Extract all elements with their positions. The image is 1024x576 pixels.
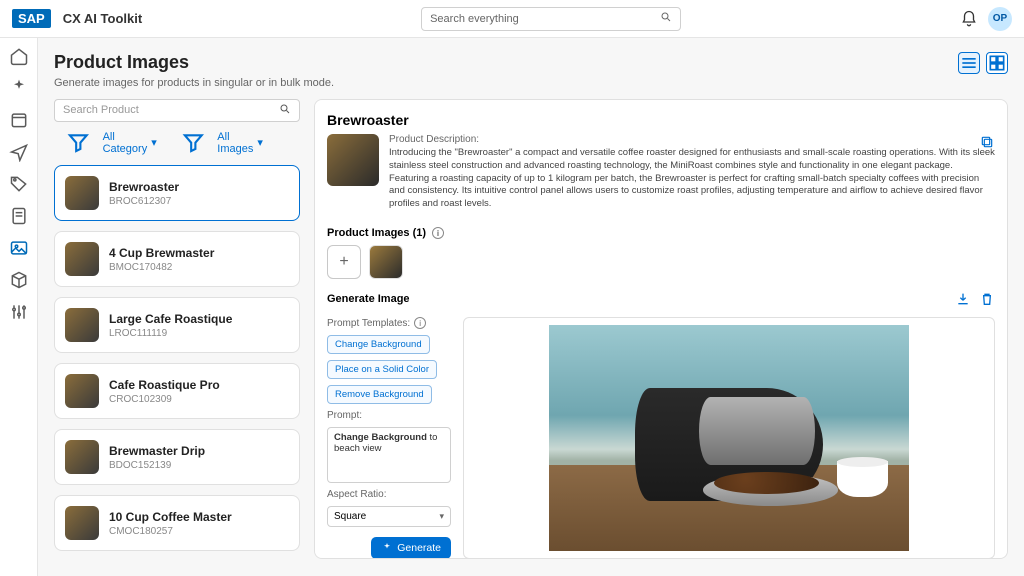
product-card[interactable]: Large Cafe Roastique LROC111119 <box>54 297 300 353</box>
product-code: BDOC152139 <box>109 460 205 471</box>
copy-icon[interactable] <box>979 134 995 150</box>
rail-home-icon[interactable] <box>9 46 29 66</box>
product-code: CROC102309 <box>109 394 220 405</box>
product-name: Brewroaster <box>109 180 179 194</box>
rail-calendar-icon[interactable] <box>9 110 29 130</box>
product-main-thumb <box>327 134 379 186</box>
prompt-label: Prompt: <box>327 410 451 421</box>
page-subtitle: Generate images for products in singular… <box>54 77 334 89</box>
rail-document-icon[interactable] <box>9 206 29 226</box>
chevron-down-icon: ▾ <box>439 511 444 522</box>
product-name: Cafe Roastique Pro <box>109 378 220 392</box>
app-title: CX AI Toolkit <box>63 11 142 26</box>
rail-sparkle-icon[interactable] <box>9 78 29 98</box>
rail-tag-icon[interactable] <box>9 174 29 194</box>
description-label: Product Description: <box>389 134 995 145</box>
product-thumb <box>65 308 99 342</box>
rail-send-icon[interactable] <box>9 142 29 162</box>
product-card[interactable]: Cafe Roastique Pro CROC102309 <box>54 363 300 419</box>
search-icon <box>660 11 672 26</box>
info-icon[interactable]: i <box>432 227 444 239</box>
top-bar: SAP CX AI Toolkit Search everything OP <box>0 0 1024 38</box>
filter-images[interactable]: All Images ▾ <box>173 130 263 155</box>
chevron-down-icon: ▾ <box>257 136 263 149</box>
product-images-section-label: Product Images (1) i <box>327 227 995 239</box>
global-search-input[interactable]: Search everything <box>421 7 681 31</box>
notifications-icon[interactable] <box>960 10 978 28</box>
detail-title: Brewroaster <box>327 112 995 128</box>
rail-settings-icon[interactable] <box>9 302 29 322</box>
product-card[interactable]: Brewroaster BROC612307 <box>54 165 300 221</box>
search-icon <box>279 103 291 118</box>
product-card[interactable]: 10 Cup Coffee Master CMOC180257 <box>54 495 300 551</box>
view-list-button[interactable] <box>958 52 980 74</box>
rail-image-icon[interactable] <box>9 238 29 258</box>
product-image-thumb[interactable] <box>369 245 403 279</box>
product-description: Introducing the "Brewroaster" a compact … <box>389 147 995 211</box>
download-icon[interactable] <box>955 291 971 307</box>
product-name: 10 Cup Coffee Master <box>109 510 232 524</box>
product-name: Large Cafe Roastique <box>109 312 232 326</box>
product-thumb <box>65 374 99 408</box>
chevron-down-icon: ▾ <box>151 136 157 149</box>
page-title: Product Images <box>54 52 334 73</box>
template-solid-color[interactable]: Place on a Solid Color <box>327 360 437 379</box>
filter-category[interactable]: All Category ▾ <box>58 130 157 155</box>
sap-logo: SAP <box>12 9 51 28</box>
template-remove-background[interactable]: Remove Background <box>327 385 432 404</box>
product-name: 4 Cup Brewmaster <box>109 246 214 260</box>
info-icon[interactable]: i <box>414 317 426 329</box>
product-code: LROC111119 <box>109 328 232 339</box>
generate-image-label: Generate Image <box>327 293 410 305</box>
aspect-ratio-label: Aspect Ratio: <box>327 489 451 500</box>
product-code: BMOC170482 <box>109 262 214 273</box>
product-name: Brewmaster Drip <box>109 444 205 458</box>
product-thumb <box>65 506 99 540</box>
product-thumb <box>65 176 99 210</box>
add-image-button[interactable]: + <box>327 245 361 279</box>
product-code: CMOC180257 <box>109 526 232 537</box>
generated-image-preview <box>463 317 995 559</box>
product-thumb <box>65 242 99 276</box>
product-search-input[interactable]: Search Product <box>54 99 300 122</box>
template-change-background[interactable]: Change Background <box>327 335 430 354</box>
product-card[interactable]: 4 Cup Brewmaster BMOC170482 <box>54 231 300 287</box>
product-card[interactable]: Brewmaster Drip BDOC152139 <box>54 429 300 485</box>
view-bulk-button[interactable] <box>986 52 1008 74</box>
rail-box-icon[interactable] <box>9 270 29 290</box>
left-rail <box>0 38 38 576</box>
generate-button[interactable]: Generate <box>371 537 451 559</box>
prompt-templates-label: Prompt Templates: i <box>327 317 451 329</box>
user-avatar[interactable]: OP <box>988 7 1012 31</box>
product-code: BROC612307 <box>109 196 179 207</box>
prompt-input[interactable]: Change Background to beach view <box>327 427 451 483</box>
product-thumb <box>65 440 99 474</box>
aspect-ratio-select[interactable]: Square ▾ <box>327 506 451 527</box>
delete-icon[interactable] <box>979 291 995 307</box>
